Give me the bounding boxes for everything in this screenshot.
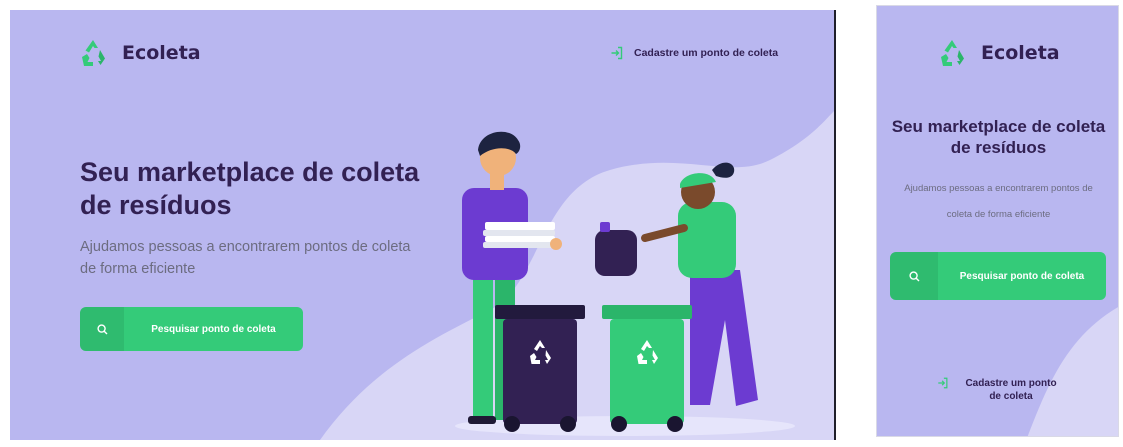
panel-divider xyxy=(834,10,836,440)
hero-description: Ajudamos pessoas a encontrarem pontos de… xyxy=(904,183,1093,220)
mobile-view: Ecoleta Seu marketplace de coleta de res… xyxy=(876,5,1119,437)
cadastre-link[interactable]: Cadastre um ponto de coleta xyxy=(937,377,1087,403)
search-button[interactable]: Pesquisar ponto de coleta xyxy=(80,307,303,351)
hero-title: Seu marketplace de coleta de resíduos xyxy=(80,157,420,220)
ecoleta-logo[interactable]: Ecoleta xyxy=(78,38,201,68)
people-recycling-illustration xyxy=(455,131,795,436)
search-icon-box xyxy=(80,307,124,351)
log-in-icon xyxy=(938,377,948,389)
hero-title: Seu marketplace de coleta de resíduos xyxy=(891,117,1106,157)
hero-description: Ajudamos pessoas a encontrarem pontos de… xyxy=(80,239,411,277)
search-icon-box xyxy=(890,252,938,300)
search-button[interactable]: Pesquisar ponto de coleta xyxy=(890,252,1106,300)
recycle-icon xyxy=(941,40,964,66)
recycle-icon xyxy=(82,40,105,66)
brand-name: Ecoleta xyxy=(122,42,201,64)
search-button-label: Pesquisar ponto de coleta xyxy=(151,323,276,335)
cadastre-link[interactable]: Cadastre um ponto de coleta xyxy=(610,46,778,60)
ecoleta-logo[interactable]: Ecoleta xyxy=(937,38,1060,68)
cadastre-link-label: Cadastre um ponto de coleta xyxy=(634,47,779,59)
desktop-view: Ecoleta Cadastre um ponto de coleta Seu … xyxy=(10,10,835,440)
search-icon xyxy=(908,270,919,281)
log-in-icon xyxy=(611,46,623,60)
brand-name: Ecoleta xyxy=(981,42,1060,64)
search-button-label: Pesquisar ponto de coleta xyxy=(959,270,1085,282)
cadastre-link-label: Cadastre um ponto de coleta xyxy=(965,378,1057,402)
search-icon xyxy=(96,323,107,334)
